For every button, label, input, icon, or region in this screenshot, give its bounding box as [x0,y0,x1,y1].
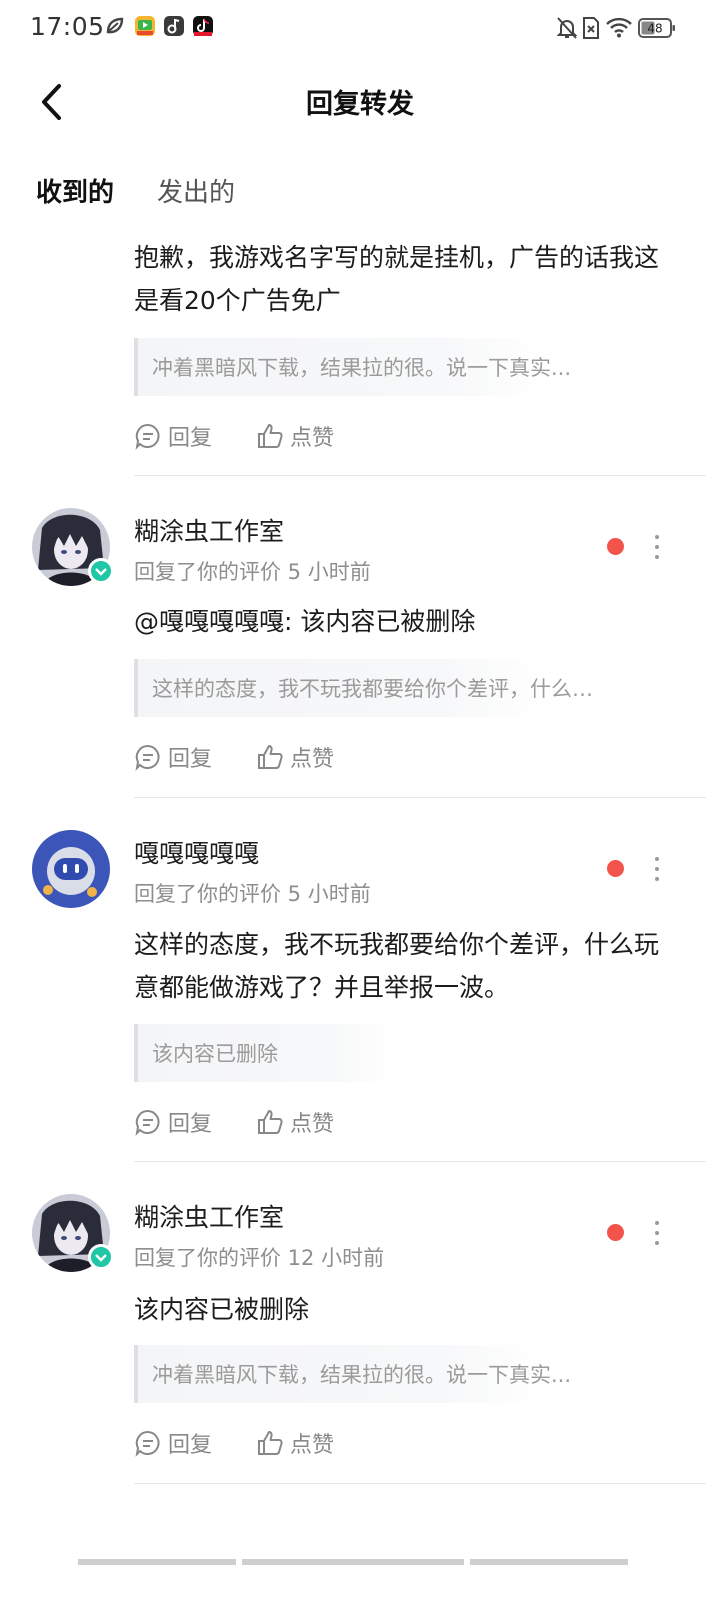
more-dot [655,545,659,549]
reply-button[interactable]: 回复 [134,420,212,452]
tiktok-icon [193,16,213,36]
reply-label: 回复 [168,1112,213,1137]
more-dot [655,1231,659,1235]
quoted-review-text: 这样的态度，我不玩我都要给你个差评，什么… [152,677,593,701]
reply-label: 回复 [168,1433,213,1458]
quoted-review-text: 该内容已删除 [152,1042,278,1066]
thumbs-up-icon [258,745,283,769]
reply-button[interactable]: 回复 [134,1106,212,1138]
like-button[interactable]: 点赞 [256,420,334,452]
unread-dot [607,538,624,555]
comment-icon [135,1430,160,1457]
more-dot [655,555,659,559]
reply-meta: 回复了你的评价 5 小时前 [134,882,371,906]
nav-bar-segment [470,1559,628,1565]
system-nav-bar[interactable] [78,1559,628,1565]
comment-icon [135,1109,160,1136]
avatar[interactable] [32,1194,114,1272]
more-options-button[interactable] [646,854,668,884]
battery-icon: 48 [638,17,676,43]
reply-button[interactable]: 回复 [134,741,212,773]
reply-content: @嘎嘎嘎嘎嘎: 该内容已被删除 [134,607,476,636]
page-title: 回复转发 [306,89,414,120]
more-dot [655,1241,659,1245]
avatar[interactable] [32,830,110,908]
comment-icon [135,423,160,450]
thumbs-up-icon [258,1110,283,1134]
thumbs-up-icon [258,1431,283,1455]
comment-icon [135,744,160,771]
quoted-review-text: 冲着黑暗风下载，结果拉的很。说一下真实... [152,356,572,380]
more-options-button[interactable] [646,532,668,562]
reply-content: 该内容已被删除 [134,1295,310,1324]
battery-level: 48 [647,22,662,36]
more-dot [655,867,659,871]
reply-content: 抱歉，我游戏名字写的就是挂机，广告的话我这是看20个广告免广 [134,243,660,315]
verified-badge-icon [88,1244,114,1270]
like-label: 点赞 [290,426,335,451]
sim-off-icon [582,16,600,42]
bell-off-icon [556,16,578,42]
reply-label: 回复 [168,426,213,451]
like-button[interactable]: 点赞 [256,1106,334,1138]
more-dot [655,877,659,881]
quoted-review[interactable]: 冲着黑暗风下载，结果拉的很。说一下真实... [134,1345,571,1403]
status-time: 17:05 [30,12,105,41]
nav-bar-segment [78,1559,236,1565]
unread-dot [607,860,624,877]
video-app-icon [135,16,155,36]
reply-button[interactable]: 回复 [134,1427,212,1459]
top-app-bar: 回复转发 [0,56,720,148]
verified-badge-icon [88,558,114,584]
nav-bar-segment [242,1559,464,1565]
avatar[interactable] [32,508,114,586]
reply-meta: 回复了你的评价 5 小时前 [134,560,371,584]
robot-avatar-image [32,830,110,908]
more-dot [655,1221,659,1225]
reply-card: 嘎嘎嘎嘎嘎 回复了你的评价 5 小时前 这样的态度，我不玩我都要给你个差评，什么… [0,798,720,1164]
like-button[interactable]: 点赞 [256,1427,334,1459]
reply-meta: 回复了你的评价 12 小时前 [134,1246,385,1270]
reply-card: 糊涂虫工作室 回复了你的评价 5 小时前 @嘎嘎嘎嘎嘎: 该内容已被删除 这样的… [0,476,720,800]
tab-sent-label: 发出的 [157,178,236,208]
thumbs-up-icon [258,424,283,448]
like-label: 点赞 [290,1433,335,1458]
quoted-review-text: 冲着黑暗风下载，结果拉的很。说一下真实... [152,1363,572,1387]
like-label: 点赞 [290,747,335,772]
reply-content: 这样的态度，我不玩我都要给你个差评，什么玩意都能做游戏了？并且举报一波。 [134,930,660,1002]
tab-sent[interactable]: 发出的 [157,172,235,209]
username[interactable]: 嘎嘎嘎嘎嘎 [134,834,259,870]
tab-received-label: 收到的 [36,178,115,208]
tab-active-indicator [76,212,148,220]
leaf-icon [105,16,125,36]
wifi-icon [606,16,632,42]
more-dot [655,535,659,539]
reply-card: 糊涂虫工作室 回复了你的评价 12 小时前 该内容已被删除 冲着黑暗风下载，结果… [0,1162,720,1486]
quoted-review[interactable]: 该内容已删除 [134,1024,394,1082]
like-label: 点赞 [290,1112,335,1137]
status-bar: 17:05 48 [0,0,720,56]
reply-forward-page: 17:05 48 回复转发 收到的 发出的 抱歉，我游戏名字写的就是挂机，广告的… [0,0,720,1600]
tab-bar: 收到的 发出的 [0,160,720,230]
like-button[interactable]: 点赞 [256,741,334,773]
reply-card: 抱歉，我游戏名字写的就是挂机，广告的话我这是看20个广告免广 冲着黑暗风下载，结… [0,230,720,478]
divider [134,1483,706,1484]
reply-label: 回复 [168,747,213,772]
more-options-button[interactable] [646,1218,668,1248]
username[interactable]: 糊涂虫工作室 [134,512,284,548]
unread-dot [607,1224,624,1241]
quoted-review[interactable]: 这样的态度，我不玩我都要给你个差评，什么… [134,659,593,717]
music-app-icon [164,16,184,36]
tab-received[interactable]: 收到的 [36,172,148,220]
quoted-review[interactable]: 冲着黑暗风下载，结果拉的很。说一下真实... [134,338,571,396]
username[interactable]: 糊涂虫工作室 [134,1198,284,1234]
more-dot [655,857,659,861]
